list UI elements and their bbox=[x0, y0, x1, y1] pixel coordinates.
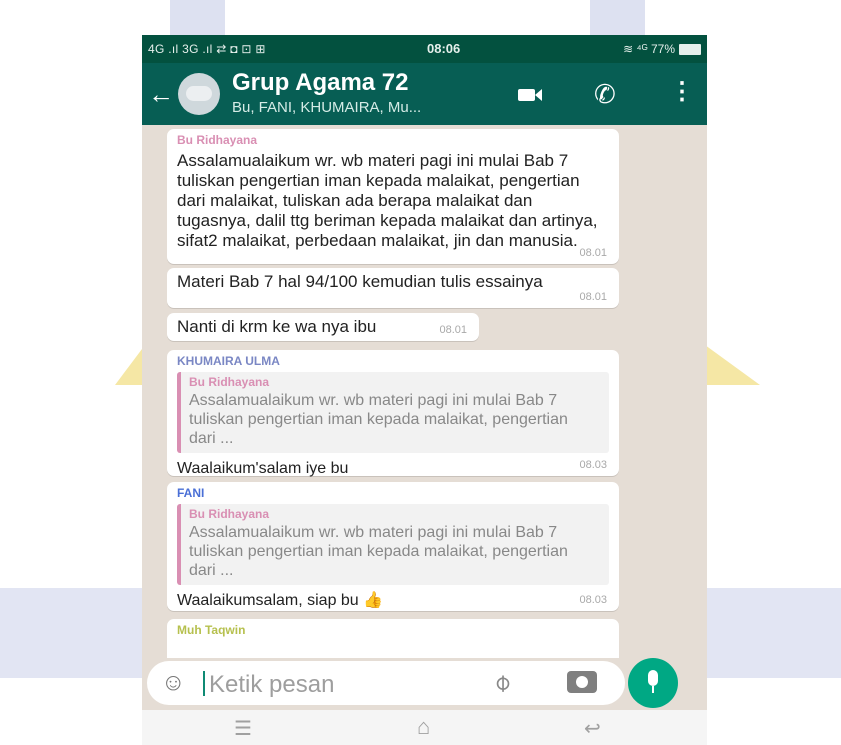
text-cursor bbox=[203, 671, 205, 696]
group-avatar-icon[interactable] bbox=[178, 73, 220, 115]
message-text: Waalaikumsalam, siap bu 👍 bbox=[177, 592, 384, 609]
message-time: 08.01 bbox=[579, 247, 607, 259]
watermark-block-left bbox=[170, 0, 225, 35]
message-text: Waalaikum'salam iye bu bbox=[177, 460, 349, 477]
sender-name: Bu Ridhayana bbox=[177, 133, 258, 147]
emoji-icon[interactable]: ☺ bbox=[161, 668, 186, 698]
message-time: 08.03 bbox=[579, 594, 607, 606]
message-text: Assalamualaikum wr. wb materi pagi ini m… bbox=[177, 151, 598, 250]
video-call-icon[interactable] bbox=[518, 89, 542, 101]
quoted-message[interactable]: Bu Ridhayana Assalamualaikum wr. wb mate… bbox=[177, 372, 609, 453]
camera-icon[interactable] bbox=[567, 671, 597, 693]
chat-header: ← Grup Agama 72 Bu, FANI, KHUMAIRA, Mu..… bbox=[142, 63, 707, 125]
group-members[interactable]: Bu, FANI, KHUMAIRA, Mu... bbox=[232, 99, 421, 116]
message-bubble[interactable]: FANI Bu Ridhayana Assalamualaikum wr. wb… bbox=[167, 482, 619, 611]
sender-name: KHUMAIRA ULMA bbox=[177, 354, 280, 368]
quote-sender: Bu Ridhayana bbox=[189, 507, 270, 521]
sender-name: Muh Taqwin bbox=[177, 623, 246, 637]
group-name[interactable]: Grup Agama 72 bbox=[232, 69, 409, 97]
message-bubble[interactable]: Bu Ridhayana Assalamualaikum wr. wb mate… bbox=[167, 129, 619, 264]
nav-menu-icon[interactable]: ☰ bbox=[234, 716, 252, 741]
more-icon[interactable]: ⋮ bbox=[670, 80, 694, 104]
phone-icon[interactable]: ✆ bbox=[594, 81, 616, 107]
mic-stand bbox=[652, 686, 654, 693]
attach-icon[interactable]: ⌀ bbox=[487, 667, 518, 698]
message-time: 08.03 bbox=[579, 459, 607, 471]
status-bar: 4G .ıl 3G .ıl ⇄ ◘ ⊡ ⊞ 08:06 ≋ ⁴ᴳ 77% bbox=[142, 35, 707, 63]
mic-icon[interactable] bbox=[628, 658, 678, 708]
message-input[interactable]: ☺ Ketik pesan ⌀ bbox=[147, 661, 625, 705]
phone-screen: 4G .ıl 3G .ıl ⇄ ◘ ⊡ ⊞ 08:06 ≋ ⁴ᴳ 77% ← G… bbox=[142, 35, 707, 745]
watermark-block-right bbox=[590, 0, 645, 35]
android-nav-bar: ☰ ⌂ ↩ bbox=[142, 710, 707, 745]
message-bubble[interactable]: KHUMAIRA ULMA Bu Ridhayana Assalamualaik… bbox=[167, 350, 619, 477]
sender-name: FANI bbox=[177, 486, 205, 500]
message-bubble[interactable]: Materi Bab 7 hal 94/100 kemudian tulis e… bbox=[167, 268, 619, 308]
signal-indicators: 4G .ıl 3G .ıl ⇄ ◘ ⊡ ⊞ bbox=[148, 42, 266, 56]
message-time: 08.01 bbox=[579, 291, 607, 303]
watermark-triangle-right bbox=[705, 345, 760, 385]
back-arrow-icon[interactable]: ← bbox=[148, 81, 174, 107]
clock: 08:06 bbox=[427, 41, 461, 56]
quote-text: Assalamualaikum wr. wb materi pagi ini m… bbox=[189, 392, 568, 447]
message-placeholder[interactable]: Ketik pesan bbox=[209, 671, 334, 699]
message-bubble[interactable]: Nanti di krm ke wa nya ibu 08.01 bbox=[167, 313, 479, 341]
message-bubble[interactable]: Muh Taqwin bbox=[167, 619, 619, 658]
watermark-triangle-left bbox=[115, 345, 145, 385]
quote-text: Assalamualaikum wr. wb materi pagi ini m… bbox=[189, 524, 568, 579]
battery-percentage: ≋ ⁴ᴳ 77% bbox=[623, 42, 675, 56]
message-text: Materi Bab 7 hal 94/100 kemudian tulis e… bbox=[177, 272, 543, 291]
nav-home-icon[interactable]: ⌂ bbox=[417, 714, 430, 740]
compose-bar: ☺ Ketik pesan ⌀ bbox=[142, 658, 707, 710]
quoted-message[interactable]: Bu Ridhayana Assalamualaikum wr. wb mate… bbox=[177, 504, 609, 585]
nav-back-icon[interactable]: ↩ bbox=[584, 716, 601, 741]
battery-icon bbox=[679, 44, 701, 55]
message-text: Nanti di krm ke wa nya ibu bbox=[177, 317, 377, 336]
message-list[interactable]: Bu Ridhayana Assalamualaikum wr. wb mate… bbox=[142, 125, 707, 658]
mic-body bbox=[648, 670, 658, 686]
quote-sender: Bu Ridhayana bbox=[189, 375, 270, 389]
message-time: 08.01 bbox=[439, 324, 467, 336]
